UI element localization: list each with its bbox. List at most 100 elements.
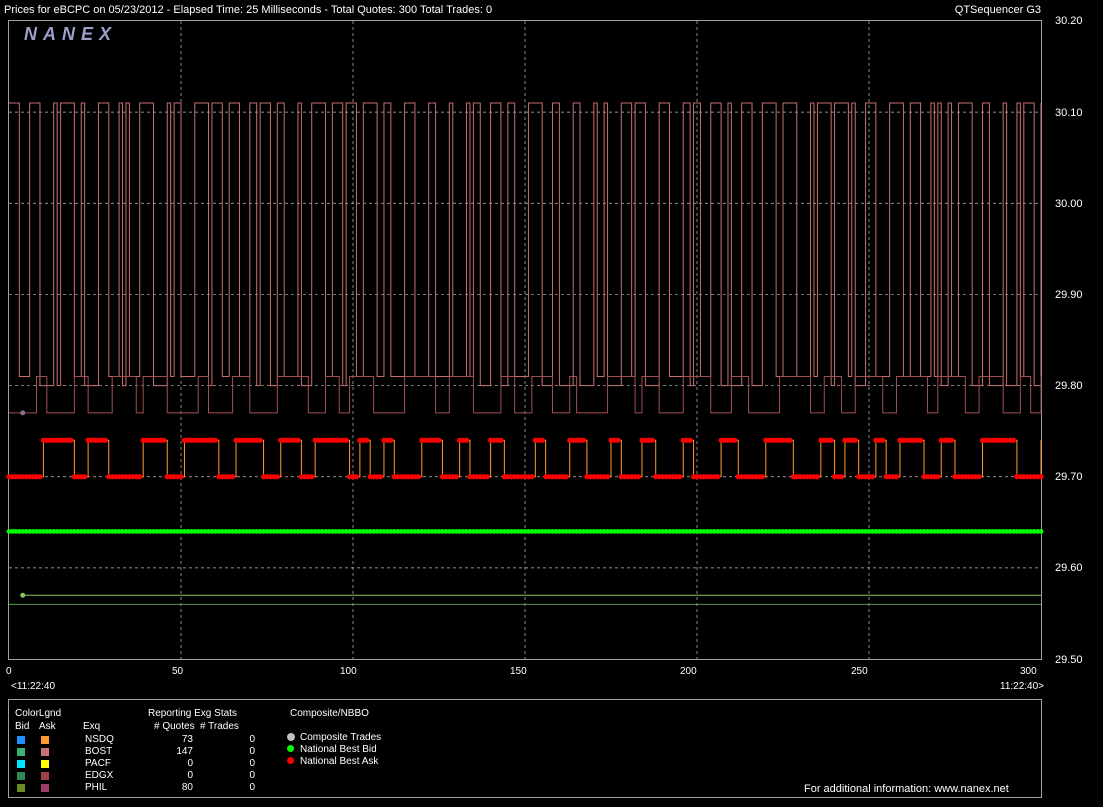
- quote-count: 0: [187, 758, 193, 769]
- best-ask-point: [353, 474, 360, 480]
- best-ask-point: [484, 474, 490, 480]
- exchange-name: EDGX: [85, 770, 114, 781]
- y-tick-label: 29.50: [1055, 654, 1083, 666]
- bid-swatch: [17, 736, 25, 744]
- x-tick-label: 200: [680, 666, 697, 677]
- exchange-name: NSDQ: [85, 734, 114, 745]
- composite-trades-label: Composite Trades: [300, 732, 382, 743]
- best-ask-point: [580, 437, 587, 443]
- best-ask-point: [1038, 474, 1044, 480]
- colorlgnd-label: ColorLgnd: [15, 708, 62, 719]
- best-ask-point: [615, 437, 621, 443]
- best-ask-point: [257, 437, 263, 443]
- best-bid-point: [1038, 529, 1044, 534]
- best-ask-point: [388, 437, 394, 443]
- best-ask-point: [787, 437, 793, 443]
- ask-header: Ask: [39, 721, 56, 732]
- exchange-name: PHIL: [85, 782, 108, 793]
- ask-swatch: [41, 760, 49, 768]
- quote-count: 80: [181, 782, 193, 793]
- best-ask-point: [677, 474, 683, 480]
- composite-trades-marker: [287, 733, 295, 741]
- best-ask-point: [880, 437, 886, 443]
- bid-swatch: [17, 784, 25, 792]
- best-ask-point: [377, 474, 384, 480]
- legend-panel: ColorLgnd Bid Ask Exq Reporting Exg Stat…: [8, 699, 1042, 798]
- trade-count: 0: [249, 758, 255, 769]
- best-ask-point: [37, 474, 43, 480]
- best-ask-point: [715, 474, 721, 480]
- y-tick-label: 29.90: [1055, 289, 1083, 301]
- best-ask-point: [732, 437, 738, 443]
- best-ask-point: [976, 474, 982, 480]
- footer-info: For additional information: www.nanex.ne…: [804, 783, 1009, 795]
- ask-swatch: [41, 772, 49, 780]
- best-ask-point: [102, 437, 108, 443]
- quote-count: 0: [187, 770, 193, 781]
- x-tick-label: 100: [340, 666, 357, 677]
- price-chart: [6, 21, 1044, 659]
- best-ask-point: [230, 474, 236, 480]
- quote-count: 73: [181, 734, 193, 745]
- quote-count: 147: [176, 746, 193, 757]
- exchange-name: PACF: [85, 758, 111, 769]
- trade-count: 0: [249, 746, 255, 757]
- best-ask-point: [539, 437, 545, 443]
- national-best-bid-marker: [287, 745, 294, 752]
- time-start-label: <11:22:40: [11, 681, 56, 692]
- best-ask-point: [604, 474, 611, 480]
- national-best-bid-label: National Best Bid: [300, 744, 377, 755]
- best-ask-point: [212, 437, 218, 443]
- best-ask-point: [838, 474, 845, 480]
- bid-header: Bid: [15, 721, 30, 732]
- x-tick-label: 300: [1020, 666, 1037, 677]
- best-ask-point: [687, 437, 693, 443]
- best-ask-point: [364, 437, 370, 443]
- best-ask-point: [309, 474, 315, 480]
- y-tick-label: 30.00: [1055, 198, 1083, 210]
- x-tick-label: 150: [510, 666, 527, 677]
- x-tick-label: 50: [172, 666, 184, 677]
- best-ask-point: [82, 474, 88, 480]
- bost-start-marker: [20, 410, 26, 416]
- best-ask-point: [415, 474, 421, 480]
- best-ask-point: [635, 474, 642, 480]
- ask-swatch: [41, 736, 49, 744]
- best-ask-point: [918, 437, 924, 443]
- exq-header: Exq: [83, 721, 101, 732]
- best-ask-point: [814, 474, 821, 480]
- best-ask-point: [893, 474, 900, 480]
- best-ask-point: [869, 474, 876, 480]
- bid-swatch: [17, 772, 25, 780]
- ask-swatch: [41, 784, 49, 792]
- best-ask-point: [828, 437, 834, 443]
- trade-count: 0: [249, 782, 255, 793]
- x-tick-label: 250: [851, 666, 868, 677]
- best-ask-point: [295, 437, 301, 443]
- stats-title: Reporting Exg Stats: [148, 708, 237, 719]
- best-ask-point: [1010, 437, 1017, 443]
- best-ask-point: [343, 437, 349, 443]
- trade-count: 0: [249, 734, 255, 745]
- time-end-label: 11:22:40>: [1000, 681, 1045, 692]
- bid-swatch: [17, 748, 25, 756]
- national-best-ask-marker: [287, 757, 294, 764]
- y-tick-label: 29.60: [1055, 562, 1083, 574]
- best-ask-point: [759, 474, 765, 480]
- x-tick-label: 0: [6, 666, 12, 677]
- best-ask-point: [935, 474, 941, 480]
- best-ask-point: [161, 437, 167, 443]
- best-ask-point: [852, 437, 858, 443]
- y-tick-label: 30.10: [1055, 107, 1083, 119]
- exchange-name: BOST: [85, 746, 113, 757]
- best-ask-point: [948, 437, 955, 443]
- composite-title: Composite/NBBO: [290, 708, 369, 719]
- best-ask-point: [274, 474, 280, 480]
- best-ask-point: [649, 437, 655, 443]
- y-tick-label: 29.70: [1055, 471, 1083, 483]
- ask-swatch: [41, 748, 49, 756]
- nanex-logo: NANEX: [24, 24, 118, 44]
- best-ask-point: [529, 474, 535, 480]
- y-tick-label: 29.80: [1055, 380, 1083, 392]
- best-ask-point: [178, 474, 184, 480]
